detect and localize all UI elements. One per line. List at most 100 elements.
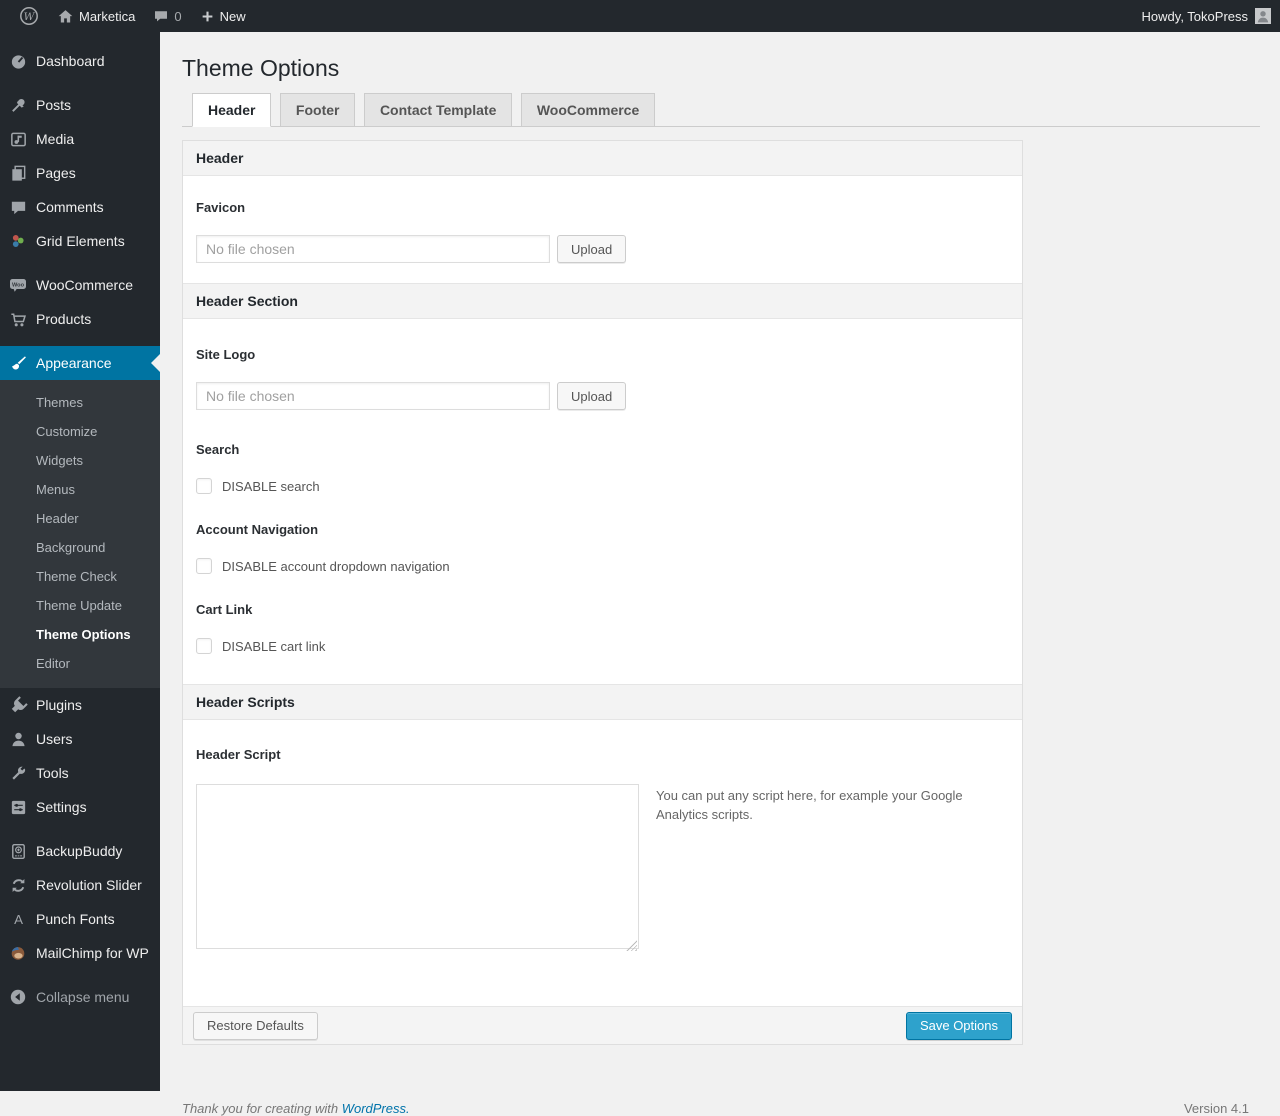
sidebar-item-punch-fonts[interactable]: A Punch Fonts [0,902,160,936]
sidebar-item-posts[interactable]: Posts [0,88,160,122]
sidebar-item-settings[interactable]: Settings [0,790,160,824]
rotate-icon [8,875,28,895]
admin-bar-right[interactable]: Howdy, TokoPress [1142,0,1280,32]
sidebar-item-users[interactable]: Users [0,722,160,756]
search-label: Search [196,442,240,457]
restore-defaults-button[interactable]: Restore Defaults [193,1011,318,1040]
header-script-textarea[interactable] [196,784,639,949]
pages-icon [8,163,28,183]
sidebar-item-appearance[interactable]: Appearance [0,346,160,380]
brush-icon [8,353,28,373]
favicon-upload-row: Upload [196,235,1009,263]
submenu-item-theme-options[interactable]: Theme Options [0,620,160,649]
comments-menu-item[interactable]: 0 [144,0,190,32]
account-navigation-label: Account Navigation [196,522,319,537]
sidebar-item-dashboard[interactable]: Dashboard [0,44,160,78]
sidebar-item-products[interactable]: Products [0,302,160,336]
tab-bar: Header Footer Contact Template WooCommer… [182,93,1260,127]
plugin-icon [8,695,28,715]
grid-elements-icon [8,231,28,251]
menu-separator [0,336,160,346]
disable-account-checkbox[interactable] [196,558,212,574]
sidebar-item-backupbuddy[interactable]: BackupBuddy [0,834,160,868]
media-icon [8,129,28,149]
menu-separator [0,78,160,88]
tab-woocommerce[interactable]: WooCommerce [520,93,656,127]
sidebar-item-pages[interactable]: Pages [0,156,160,190]
sidebar-item-plugins[interactable]: Plugins [0,688,160,722]
site-logo-file-input[interactable] [196,382,550,410]
submenu-item-themes[interactable]: Themes [0,388,160,417]
submenu-item-widgets[interactable]: Widgets [0,446,160,475]
submenu-item-background[interactable]: Background [0,533,160,562]
svg-text:A: A [14,912,23,927]
header-script-label: Header Script [196,747,281,762]
sidebar-item-media[interactable]: Media [0,122,160,156]
header-script-help-text: You can put any script here, for example… [656,788,963,822]
sidebar-item-grid-elements[interactable]: Grid Elements [0,224,160,258]
header-script-row: You can put any script here, for example… [196,784,1009,1006]
comments-count: 0 [174,8,182,24]
admin-bar: W Marketica 0 New Howdy, TokoPress [0,0,1280,32]
appearance-submenu: Themes Customize Widgets Menus Header Ba… [0,380,160,688]
collapse-icon [8,987,28,1007]
submenu-item-menus[interactable]: Menus [0,475,160,504]
menu-separator [0,824,160,834]
favicon-label: Favicon [196,200,246,215]
dashboard-icon [8,51,28,71]
pushpin-icon [8,95,28,115]
site-menu-item[interactable]: Marketica [48,0,144,32]
disable-account-row: DISABLE account dropdown navigation [196,558,1009,574]
section-header-scripts-body: Header Script You can put any script her… [183,747,1022,1006]
tab-footer[interactable]: Footer [279,93,356,127]
new-label: New [219,8,246,24]
thank-you-text: Thank you for creating with WordPress. [182,1101,410,1116]
settings-icon [8,797,28,817]
site-name: Marketica [79,8,136,24]
section-header-scripts: Header Scripts [183,684,1022,720]
submenu-item-editor[interactable]: Editor [0,649,160,678]
submenu-item-header[interactable]: Header [0,504,160,533]
theme-options-panel: Header Favicon Upload Header Section Sit… [182,140,1023,1045]
cart-icon [8,309,28,329]
wordpress-logo-icon[interactable]: W [10,0,48,32]
disable-cart-row: DISABLE cart link [196,638,1009,654]
save-options-button[interactable]: Save Options [905,1011,1012,1040]
new-menu-item[interactable]: New [191,0,255,32]
submenu-item-theme-update[interactable]: Theme Update [0,591,160,620]
panel-footer: Restore Defaults Save Options [183,1006,1022,1044]
plus-icon [202,11,212,21]
sidebar-item-mailchimp[interactable]: MailChimp for WP [0,936,160,970]
menu-separator [0,258,160,268]
letter-a-icon: A [8,909,28,929]
admin-sidebar: Dashboard Posts Media Pages Comments Gri… [0,32,160,1091]
sidebar-item-tools[interactable]: Tools [0,756,160,790]
disable-cart-checkbox[interactable] [196,638,212,654]
main-content: Theme Options Header Footer Contact Temp… [160,32,1280,1116]
svg-text:Woo: Woo [12,283,25,289]
submenu-item-theme-check[interactable]: Theme Check [0,562,160,591]
comments-icon [8,197,28,217]
tab-contact-template[interactable]: Contact Template [363,93,513,127]
disable-account-label: DISABLE account dropdown navigation [222,558,450,574]
menu-separator [0,970,160,980]
submenu-item-customize[interactable]: Customize [0,417,160,446]
admin-bar-left: W Marketica 0 New [0,0,255,32]
section-header: Header [183,141,1022,176]
sidebar-item-comments[interactable]: Comments [0,190,160,224]
disable-search-row: DISABLE search [196,478,1009,494]
favicon-file-input[interactable] [196,235,550,263]
wordpress-link[interactable]: WordPress. [342,1101,410,1116]
disable-search-checkbox[interactable] [196,478,212,494]
site-logo-upload-button[interactable]: Upload [557,382,627,410]
sidebar-item-revolution-slider[interactable]: Revolution Slider [0,868,160,902]
section-header-section-body: Site Logo Upload Search DISABLE search A… [183,347,1022,684]
disable-search-label: DISABLE search [222,478,320,494]
sidebar-item-collapse-menu[interactable]: Collapse menu [0,980,160,1014]
sidebar-item-woocommerce[interactable]: Woo WooCommerce [0,268,160,302]
mailchimp-icon [8,943,28,963]
woocommerce-icon: Woo [8,275,28,295]
version-text: Version 4.1 [1183,1101,1249,1116]
tab-header[interactable]: Header [192,93,272,127]
favicon-upload-button[interactable]: Upload [557,235,627,263]
